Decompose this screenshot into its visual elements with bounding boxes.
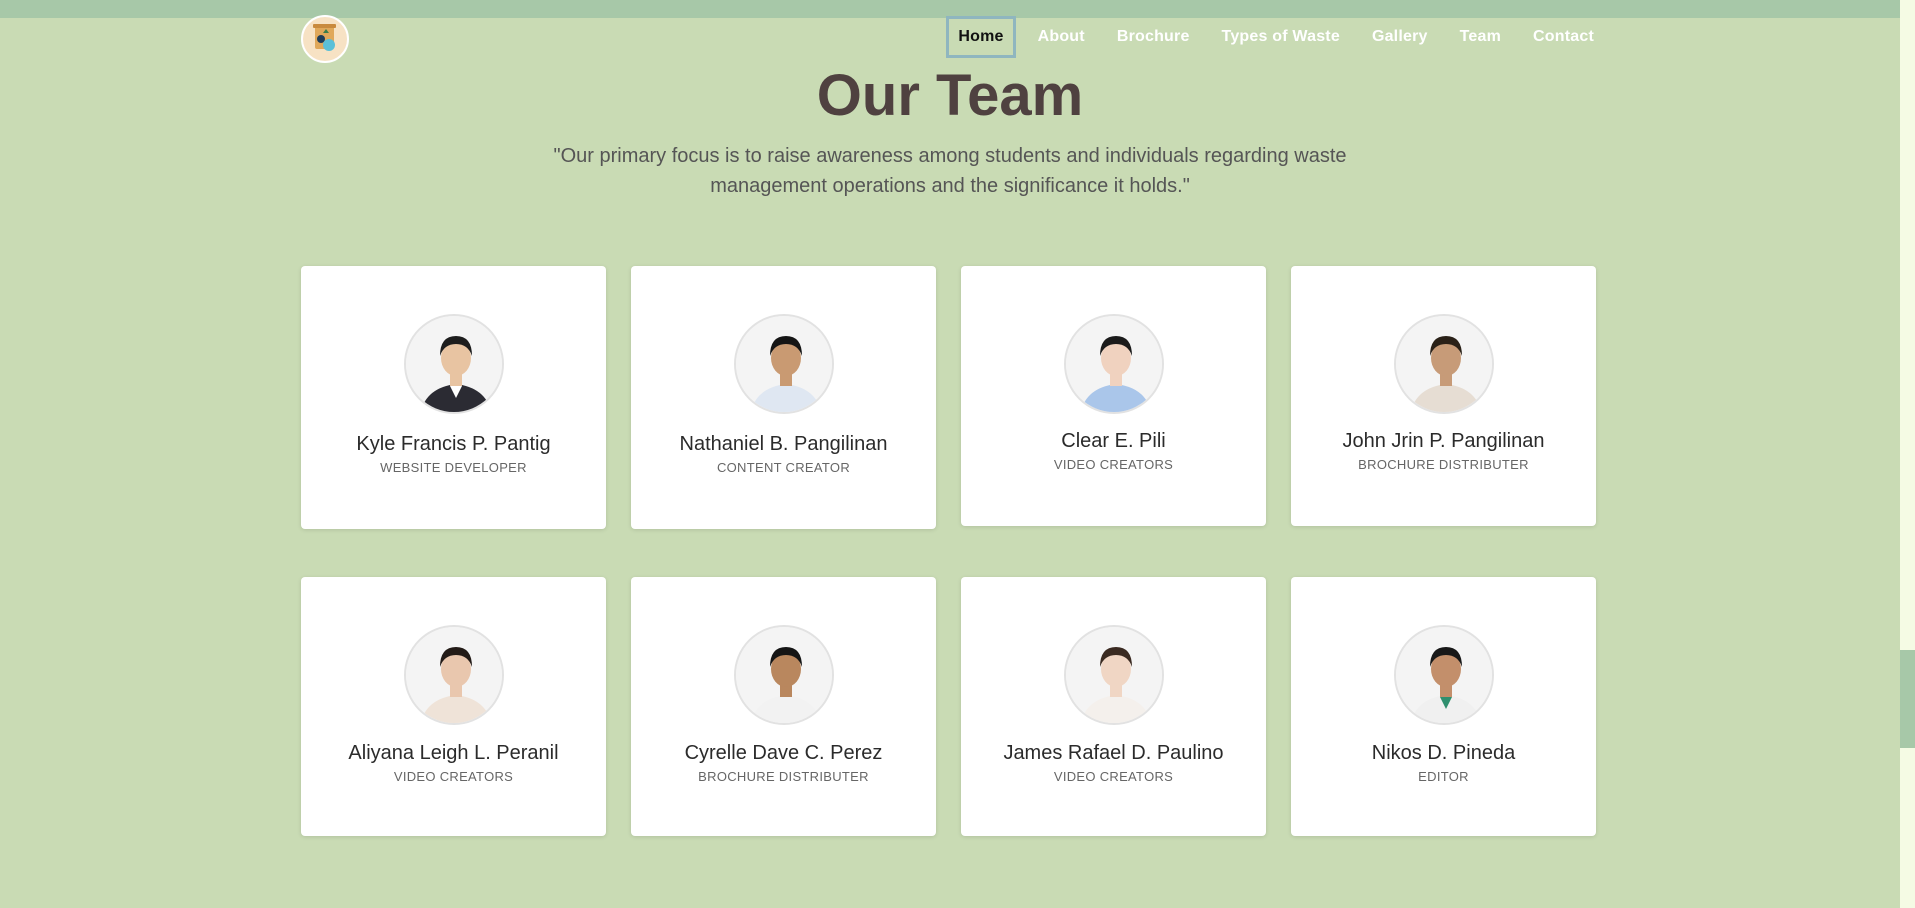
member-name: Kyle Francis P. Pantig [356, 433, 551, 455]
member-role: VIDEO CREATORS [393, 769, 514, 784]
member-avatar [1064, 314, 1164, 414]
main-nav: Home About Brochure Types of Waste Galle… [934, 16, 1604, 58]
team-card-1: Kyle Francis P. Pantig WEBSITE DEVELOPER [301, 266, 606, 529]
page-title: Our Team [816, 63, 1084, 128]
scrollbar-thumb[interactable] [1900, 650, 1915, 748]
member-role: EDITOR [1418, 769, 1469, 784]
member-role: VIDEO CREATORS [1053, 769, 1174, 784]
team-card-6: Cyrelle Dave C. Perez BROCHURE DISTRIBUT… [631, 577, 936, 836]
portrait-photo [1396, 627, 1492, 723]
nav-item-brochure[interactable]: Brochure [1107, 16, 1200, 58]
member-role: VIDEO CREATORS [1053, 457, 1174, 472]
team-card-5: Aliyana Leigh L. Peranil VIDEO CREATORS [301, 577, 606, 836]
member-name: Nikos D. Pineda [1371, 742, 1516, 764]
team-card-2: Nathaniel B. Pangilinan CONTENT CREATOR [631, 266, 936, 529]
nav-item-team[interactable]: Team [1450, 16, 1511, 58]
portrait-photo [406, 627, 502, 723]
nav-item-gallery[interactable]: Gallery [1362, 16, 1438, 58]
member-avatar [1064, 625, 1164, 725]
nav-item-contact[interactable]: Contact [1523, 16, 1604, 58]
scrollbar-track[interactable] [1900, 0, 1915, 908]
member-role: BROCHURE DISTRIBUTER [1358, 457, 1529, 472]
portrait-photo [736, 627, 832, 723]
team-card-7: James Rafael D. Paulino VIDEO CREATORS [961, 577, 1266, 836]
site-logo[interactable] [301, 15, 349, 63]
page-subtitle: "Our primary focus is to raise awareness… [553, 145, 1347, 197]
member-role: WEBSITE DEVELOPER [380, 460, 527, 475]
member-avatar [734, 314, 834, 414]
nav-item-about[interactable]: About [1028, 16, 1095, 58]
team-card-4: John Jrin P. Pangilinan BROCHURE DISTRIB… [1291, 266, 1596, 526]
portrait-photo [1066, 627, 1162, 723]
nav-item-home[interactable]: Home [946, 16, 1016, 58]
member-name: Cyrelle Dave C. Perez [684, 742, 883, 764]
member-name: Nathaniel B. Pangilinan [679, 433, 888, 455]
team-card-8: Nikos D. Pineda EDITOR [1291, 577, 1596, 836]
recycle-bin-logo-icon [313, 24, 336, 51]
member-role: CONTENT CREATOR [716, 460, 851, 475]
portrait-photo [736, 316, 832, 412]
member-name: James Rafael D. Paulino [1003, 742, 1224, 764]
portrait-photo [406, 316, 502, 412]
member-name: Aliyana Leigh L. Peranil [348, 742, 559, 764]
portrait-photo [1066, 316, 1162, 412]
member-role: BROCHURE DISTRIBUTER [698, 769, 869, 784]
team-card-3: Clear E. Pili VIDEO CREATORS [961, 266, 1266, 526]
portrait-photo [1396, 316, 1492, 412]
member-name: Clear E. Pili [1061, 430, 1166, 452]
member-name: John Jrin P. Pangilinan [1342, 430, 1545, 452]
nav-item-types-of-waste[interactable]: Types of Waste [1212, 16, 1350, 58]
member-avatar [734, 625, 834, 725]
member-avatar [1394, 625, 1494, 725]
member-avatar [404, 314, 504, 414]
member-avatar [404, 625, 504, 725]
member-avatar [1394, 314, 1494, 414]
